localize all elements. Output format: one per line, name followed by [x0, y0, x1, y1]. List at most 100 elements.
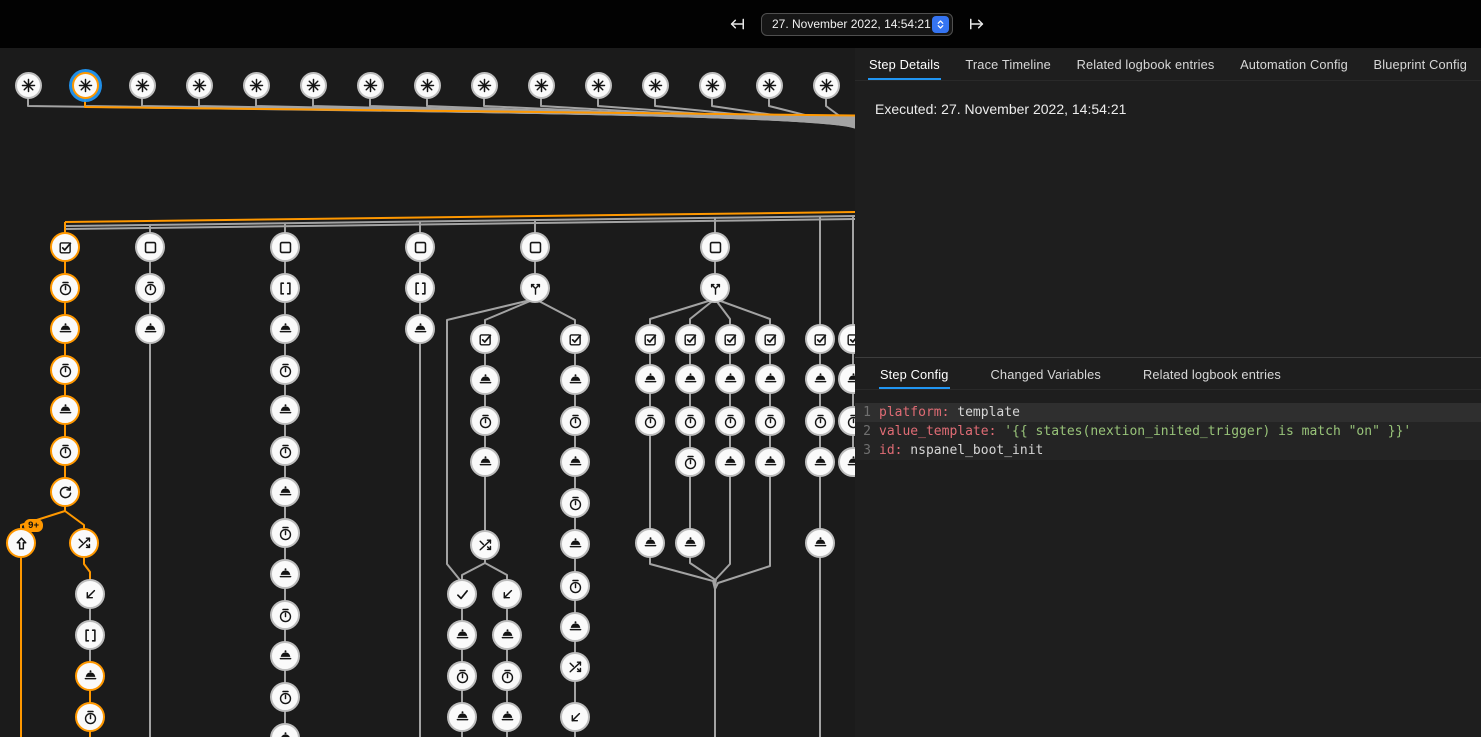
- trace-node-asterisk[interactable]: [243, 72, 270, 99]
- trace-node-service-bell[interactable]: [270, 395, 300, 425]
- trace-node-asterisk[interactable]: [756, 72, 783, 99]
- trace-node-arrow-bottom-left[interactable]: [75, 579, 105, 609]
- trace-node-service-bell[interactable]: [50, 395, 80, 425]
- trace-node-checkbox[interactable]: [470, 324, 500, 354]
- trace-node-timer[interactable]: [560, 488, 590, 518]
- previous-trace-button[interactable]: [726, 13, 748, 35]
- trace-node-timer[interactable]: [675, 447, 705, 477]
- trace-node-asterisk[interactable]: [414, 72, 441, 99]
- trace-node-service-bell[interactable]: [135, 314, 165, 344]
- tab-step-config[interactable]: Step Config: [879, 358, 950, 389]
- trace-node-service-bell[interactable]: [805, 528, 835, 558]
- trace-node-service-bell[interactable]: [270, 477, 300, 507]
- trace-node-service-bell[interactable]: [470, 447, 500, 477]
- trace-node-brackets[interactable]: [405, 273, 435, 303]
- trace-node-service-bell[interactable]: [447, 702, 477, 732]
- tab-blueprint-config[interactable]: Blueprint Config: [1373, 48, 1468, 80]
- trace-node-state-box[interactable]: [405, 232, 435, 262]
- next-trace-button[interactable]: [966, 13, 988, 35]
- trace-node-service-bell[interactable]: [50, 314, 80, 344]
- trace-node-asterisk[interactable]: [642, 72, 669, 99]
- trace-node-timer[interactable]: [270, 436, 300, 466]
- tab-trace-timeline[interactable]: Trace Timeline: [964, 48, 1052, 80]
- trace-node-asterisk[interactable]: [15, 72, 42, 99]
- trace-node-service-bell[interactable]: [838, 364, 855, 394]
- trace-node-service-bell[interactable]: [492, 702, 522, 732]
- trace-node-asterisk[interactable]: [813, 72, 840, 99]
- code-line-2[interactable]: 2value_template: '{{ states(nextion_init…: [855, 422, 1481, 441]
- trace-node-checkbox[interactable]: [675, 324, 705, 354]
- trace-node-checkbox[interactable]: [50, 232, 80, 262]
- trace-node-checkbox[interactable]: [838, 324, 855, 354]
- trace-node-checkbox[interactable]: [715, 324, 745, 354]
- trace-node-checkbox[interactable]: [755, 324, 785, 354]
- trace-node-service-bell[interactable]: [635, 528, 665, 558]
- trace-node-timer[interactable]: [50, 436, 80, 466]
- trace-node-checkbox[interactable]: [805, 324, 835, 354]
- trace-node-service-bell[interactable]: [635, 364, 665, 394]
- trace-node-service-bell[interactable]: [492, 620, 522, 650]
- trace-node-timer[interactable]: [50, 273, 80, 303]
- trace-node-asterisk[interactable]: [585, 72, 612, 99]
- trace-node-service-bell[interactable]: [470, 365, 500, 395]
- trace-node-service-bell[interactable]: [447, 620, 477, 650]
- tab-changed-variables[interactable]: Changed Variables: [990, 358, 1102, 389]
- trace-node-timer[interactable]: [838, 406, 855, 436]
- trace-node-service-bell[interactable]: [560, 447, 590, 477]
- trace-node-repeat[interactable]: [50, 477, 80, 507]
- tab-related-logbook-entries[interactable]: Related logbook entries: [1076, 48, 1216, 80]
- trace-node-checkbox[interactable]: [635, 324, 665, 354]
- trace-node-service-bell[interactable]: [560, 529, 590, 559]
- trace-node-service-bell[interactable]: [270, 723, 300, 737]
- trace-node-asterisk[interactable]: [129, 72, 156, 99]
- trace-node-asterisk[interactable]: [72, 72, 99, 99]
- trace-node-service-bell[interactable]: [755, 364, 785, 394]
- trace-node-choose-split[interactable]: [520, 273, 550, 303]
- trace-node-timer[interactable]: [755, 406, 785, 436]
- trace-node-timer[interactable]: [675, 406, 705, 436]
- trace-node-brackets[interactable]: [75, 620, 105, 650]
- trace-node-timer[interactable]: [270, 355, 300, 385]
- trace-node-asterisk[interactable]: [528, 72, 555, 99]
- trace-node-service-bell[interactable]: [270, 559, 300, 589]
- trace-node-checkbox[interactable]: [560, 324, 590, 354]
- trace-node-timer[interactable]: [75, 702, 105, 732]
- trace-node-check[interactable]: [447, 579, 477, 609]
- trace-node-service-bell[interactable]: [715, 447, 745, 477]
- trace-node-asterisk[interactable]: [357, 72, 384, 99]
- code-line-3[interactable]: 3id: nspanel_boot_init: [855, 441, 1481, 460]
- trace-node-service-bell[interactable]: [75, 661, 105, 691]
- trace-node-service-bell[interactable]: [270, 314, 300, 344]
- trace-node-timer[interactable]: [270, 682, 300, 712]
- trace-run-select[interactable]: 27. November 2022, 14:54:21: [761, 13, 953, 36]
- tab-automation-config[interactable]: Automation Config: [1239, 48, 1349, 80]
- trace-node-timer[interactable]: [50, 355, 80, 385]
- trace-node-state-box[interactable]: [135, 232, 165, 262]
- trace-node-timer[interactable]: [270, 600, 300, 630]
- trace-node-timer[interactable]: [470, 406, 500, 436]
- trace-node-arrow-up[interactable]: 9+: [6, 528, 36, 558]
- trace-node-arrow-bottom-left[interactable]: [492, 579, 522, 609]
- trace-node-service-bell[interactable]: [715, 364, 745, 394]
- trace-node-timer[interactable]: [560, 571, 590, 601]
- trace-node-service-bell[interactable]: [405, 314, 435, 344]
- trace-node-service-bell[interactable]: [838, 447, 855, 477]
- trace-node-state-box[interactable]: [270, 232, 300, 262]
- trace-node-split-arrows[interactable]: [470, 530, 500, 560]
- trace-node-service-bell[interactable]: [270, 641, 300, 671]
- trace-node-service-bell[interactable]: [675, 364, 705, 394]
- trace-node-service-bell[interactable]: [805, 447, 835, 477]
- trace-node-brackets[interactable]: [270, 273, 300, 303]
- trace-node-timer[interactable]: [715, 406, 745, 436]
- trace-node-split-arrows[interactable]: [560, 652, 590, 682]
- trace-node-timer[interactable]: [135, 273, 165, 303]
- trace-node-arrow-bottom-left[interactable]: [560, 702, 590, 732]
- trace-node-asterisk[interactable]: [300, 72, 327, 99]
- trace-node-asterisk[interactable]: [471, 72, 498, 99]
- trace-node-timer[interactable]: [447, 661, 477, 691]
- trace-node-timer[interactable]: [492, 661, 522, 691]
- trace-node-asterisk[interactable]: [186, 72, 213, 99]
- trace-node-service-bell[interactable]: [805, 364, 835, 394]
- trace-node-service-bell[interactable]: [755, 447, 785, 477]
- step-config-editor[interactable]: 1platform: template2value_template: '{{ …: [855, 403, 1481, 460]
